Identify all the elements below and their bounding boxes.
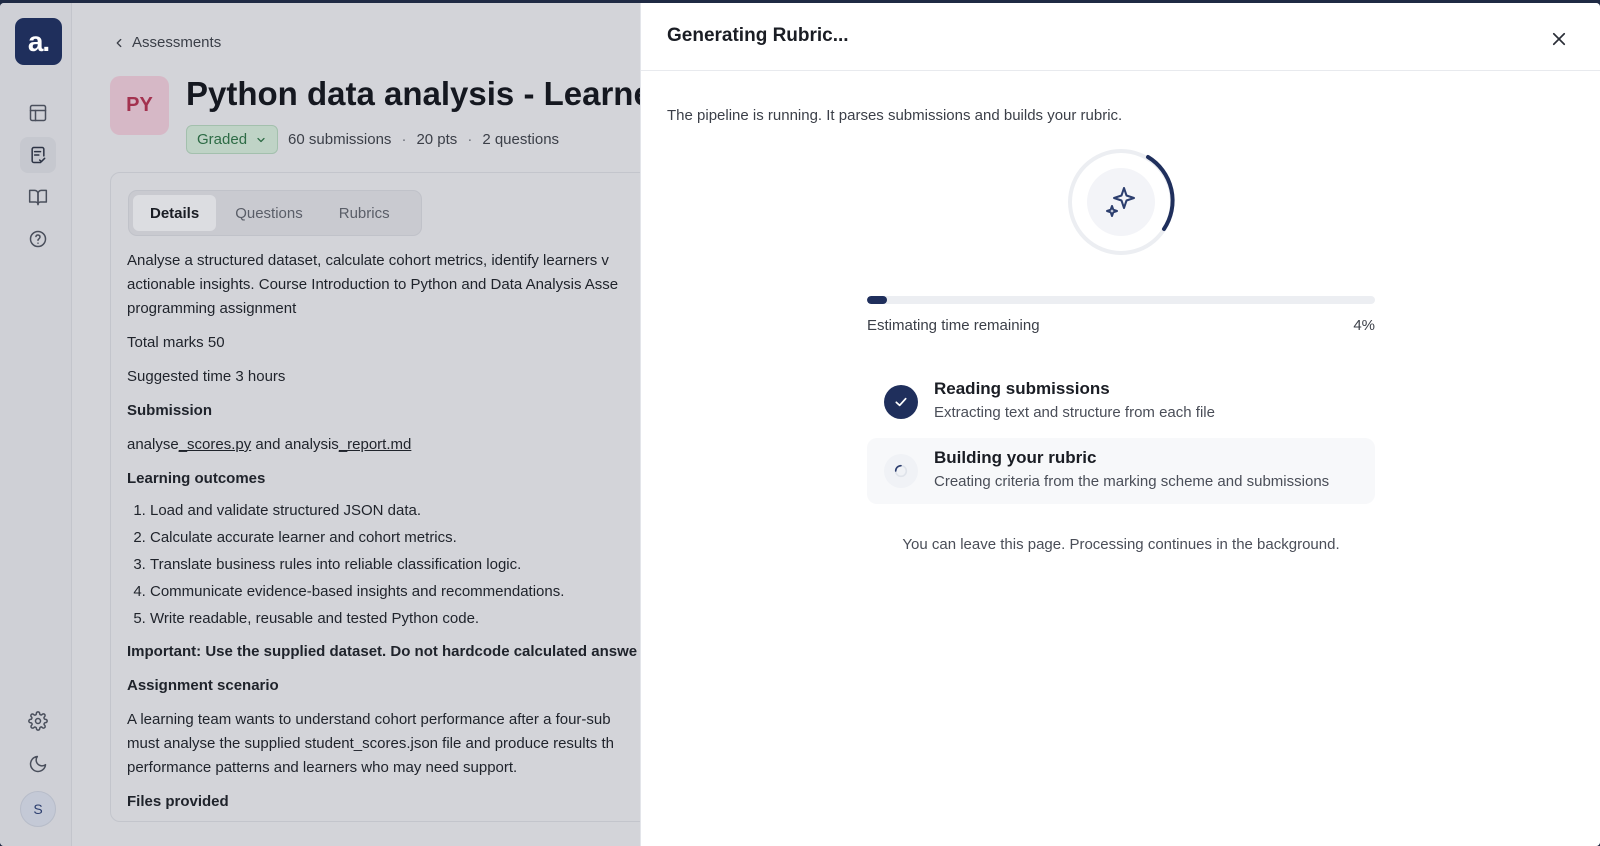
intro-line: Analyse a structured dataset, calculate … bbox=[127, 252, 609, 269]
app-window: a. S Assessments PY Python data analysis… bbox=[0, 3, 1600, 846]
details-card: Details Questions Rubrics Analyse a stru… bbox=[110, 172, 670, 822]
page-title: Python data analysis - Learner bbox=[186, 75, 665, 112]
questions-count: 2 questions bbox=[482, 131, 560, 148]
clipboard-check-icon[interactable] bbox=[20, 137, 56, 173]
tab-bar: Details Questions Rubrics bbox=[128, 190, 422, 236]
file-link-report[interactable]: _report.md bbox=[339, 436, 412, 453]
scenario-line: A learning team wants to understand coho… bbox=[127, 711, 611, 728]
step-building-rubric: Building your rubric Creating criteria f… bbox=[867, 438, 1375, 504]
list-item: Calculate accurate learner and cohort me… bbox=[150, 524, 647, 551]
breadcrumb-label: Assessments bbox=[132, 34, 222, 51]
separator: · bbox=[401, 131, 407, 148]
drawer-title: Generating Rubric... bbox=[667, 25, 849, 46]
files-heading: Files provided bbox=[127, 793, 229, 810]
tab-rubrics[interactable]: Rubrics bbox=[322, 195, 407, 231]
close-icon bbox=[1552, 32, 1566, 46]
total-marks: Total marks 50 bbox=[127, 334, 225, 351]
list-item: Write readable, reusable and tested Pyth… bbox=[150, 605, 647, 632]
list-item: Load and validate structured JSON data. bbox=[150, 497, 647, 524]
moon-icon[interactable] bbox=[20, 746, 56, 782]
scenario-line: performance patterns and learners who ma… bbox=[127, 759, 518, 776]
help-circle-icon[interactable] bbox=[20, 221, 56, 257]
book-open-icon[interactable] bbox=[20, 179, 56, 215]
separator: · bbox=[467, 131, 473, 148]
pipeline-description: The pipeline is running. It parses submi… bbox=[667, 107, 1123, 124]
status-label: Graded bbox=[197, 131, 248, 148]
progress-percent: 4% bbox=[1353, 317, 1375, 334]
progress-spinner bbox=[1068, 149, 1175, 255]
progress-bar bbox=[867, 296, 1375, 304]
drawer-header: Generating Rubric... bbox=[641, 3, 1600, 71]
file-link-scores[interactable]: _scores.py bbox=[179, 436, 252, 453]
suggested-time: Suggested time 3 hours bbox=[127, 368, 286, 385]
gear-icon[interactable] bbox=[20, 703, 56, 739]
layout-icon[interactable] bbox=[20, 95, 56, 131]
step-reading-submissions: Reading submissions Extracting text and … bbox=[867, 369, 1375, 435]
outcomes-list: Load and validate structured JSON data. … bbox=[150, 497, 647, 632]
submission-text: analyse bbox=[127, 436, 179, 453]
assessment-page: Assessments PY Python data analysis - Le… bbox=[72, 3, 670, 846]
chevron-left-icon bbox=[116, 38, 122, 47]
assessment-details: Analyse a structured dataset, calculate … bbox=[127, 249, 647, 824]
breadcrumb[interactable]: Assessments bbox=[112, 34, 221, 51]
close-button[interactable] bbox=[1545, 25, 1573, 53]
tab-questions[interactable]: Questions bbox=[218, 195, 320, 231]
background-processing-note: You can leave this page. Processing cont… bbox=[902, 536, 1340, 553]
status-dropdown[interactable]: Graded bbox=[186, 125, 279, 154]
sidebar: a. S bbox=[0, 3, 72, 846]
loading-icon bbox=[884, 454, 918, 488]
chevron-down-icon bbox=[257, 137, 265, 142]
progress-label: Estimating time remaining bbox=[867, 317, 1040, 334]
tab-details[interactable]: Details bbox=[133, 195, 217, 231]
submission-text: and analysis bbox=[251, 436, 339, 453]
step-description: Extracting text and structure from each … bbox=[934, 404, 1215, 421]
check-circle-icon bbox=[884, 385, 918, 419]
important-note: Important: Use the supplied dataset. Do … bbox=[127, 643, 638, 660]
scenario-heading: Assignment scenario bbox=[127, 677, 279, 694]
step-title: Reading submissions bbox=[934, 379, 1110, 398]
intro-line: actionable insights. Course Introduction… bbox=[127, 276, 619, 293]
submission-heading: Submission bbox=[127, 402, 213, 419]
scenario-line: must analyse the supplied student_scores… bbox=[127, 735, 614, 752]
submissions-count: 60 submissions bbox=[288, 131, 392, 148]
step-title: Building your rubric bbox=[934, 448, 1097, 467]
submission-files: analyse_scores.py and analysis_report.md bbox=[127, 433, 647, 457]
avatar[interactable]: S bbox=[20, 791, 56, 827]
course-badge: PY bbox=[110, 76, 169, 135]
points-value: 20 pts bbox=[416, 131, 458, 148]
generating-rubric-drawer: Generating Rubric... The pipeline is run… bbox=[640, 3, 1600, 846]
list-item: Communicate evidence-based insights and … bbox=[150, 578, 647, 605]
step-description: Creating criteria from the marking schem… bbox=[934, 473, 1330, 490]
app-logo[interactable]: a. bbox=[15, 18, 62, 65]
list-item: Translate business rules into reliable c… bbox=[150, 551, 647, 578]
assessment-meta: Graded 60 submissions · 20 pts · 2 quest… bbox=[186, 125, 559, 154]
outcomes-heading: Learning outcomes bbox=[127, 470, 266, 487]
intro-line: programming assignment bbox=[127, 300, 297, 317]
progress-fill bbox=[867, 296, 888, 304]
